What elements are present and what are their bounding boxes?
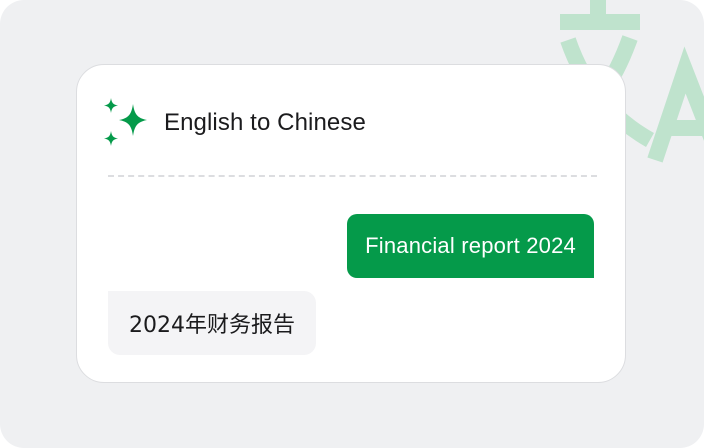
- card-header: English to Chinese: [103, 98, 366, 148]
- divider: [108, 175, 597, 177]
- card-title: English to Chinese: [164, 109, 366, 136]
- translation-card: English to Chinese Financial report 2024…: [76, 64, 626, 383]
- translation-result-bubble: 2024年财务报告: [108, 291, 316, 355]
- user-message-bubble: Financial report 2024: [347, 214, 594, 278]
- app-frame: English to Chinese Financial report 2024…: [0, 0, 704, 448]
- sparkle-icon: [104, 98, 147, 146]
